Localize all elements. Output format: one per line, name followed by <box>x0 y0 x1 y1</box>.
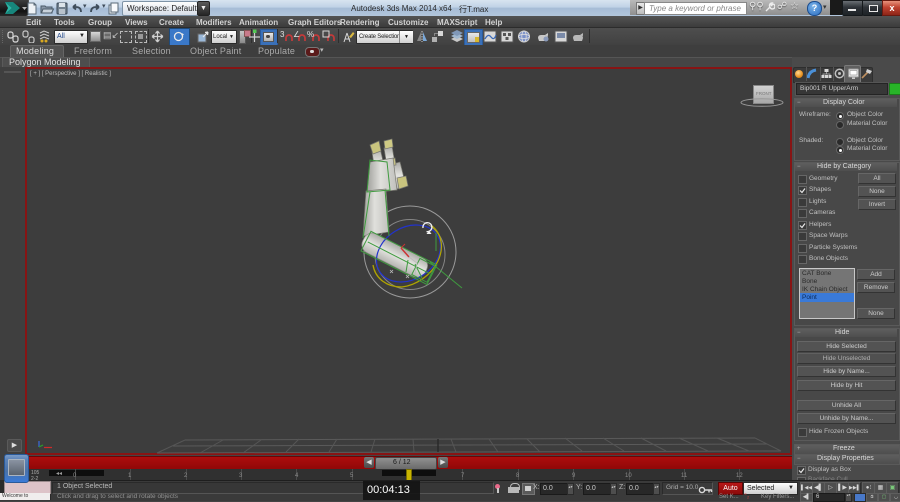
svg-text:∠: ∠ <box>293 30 300 39</box>
svg-text:%: % <box>307 30 314 39</box>
svg-text:3: 3 <box>280 30 285 39</box>
